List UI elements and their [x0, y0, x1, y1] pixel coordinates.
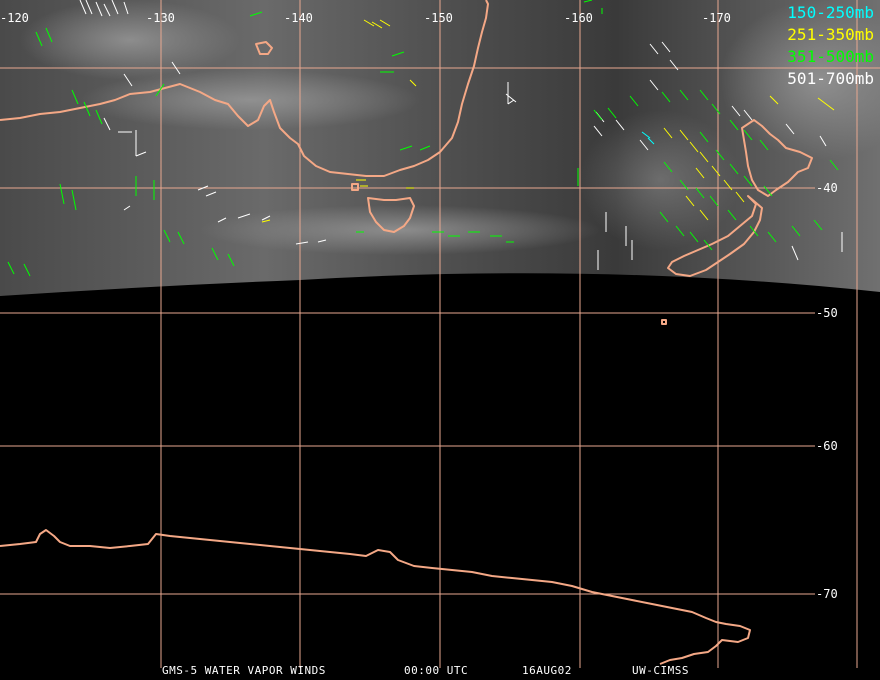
lon-label: -130: [146, 11, 175, 25]
lat-label: -70: [816, 587, 838, 601]
lat-label: -50: [816, 306, 838, 320]
island-coastline-3: [661, 319, 667, 325]
footer-date: 16AUG02: [522, 664, 572, 677]
lon-label: -140: [284, 11, 313, 25]
lon-label: -120: [0, 11, 29, 25]
footer-source: UW-CIMSS: [632, 664, 689, 677]
legend-item-501-700: 501-700mb: [787, 69, 874, 88]
lon-label: -150: [424, 11, 453, 25]
legend-item-251-350: 251-350mb: [787, 25, 874, 44]
antarctica-coastline: [0, 529, 751, 665]
footer-product: GMS-5 WATER VAPOR WINDS: [162, 664, 326, 677]
lat-label: -40: [816, 181, 838, 195]
legend-item-150-250: 150-250mb: [787, 3, 874, 22]
satellite-map: -120 -130 -140 -150 -160 -170 -40 -50 -6…: [0, 0, 880, 668]
lat-label: -60: [816, 439, 838, 453]
lon-label: -170: [702, 11, 731, 25]
lon-label: -160: [564, 11, 593, 25]
legend-item-351-500: 351-500mb: [787, 47, 874, 66]
footer-time: 00:00 UTC: [404, 664, 469, 677]
